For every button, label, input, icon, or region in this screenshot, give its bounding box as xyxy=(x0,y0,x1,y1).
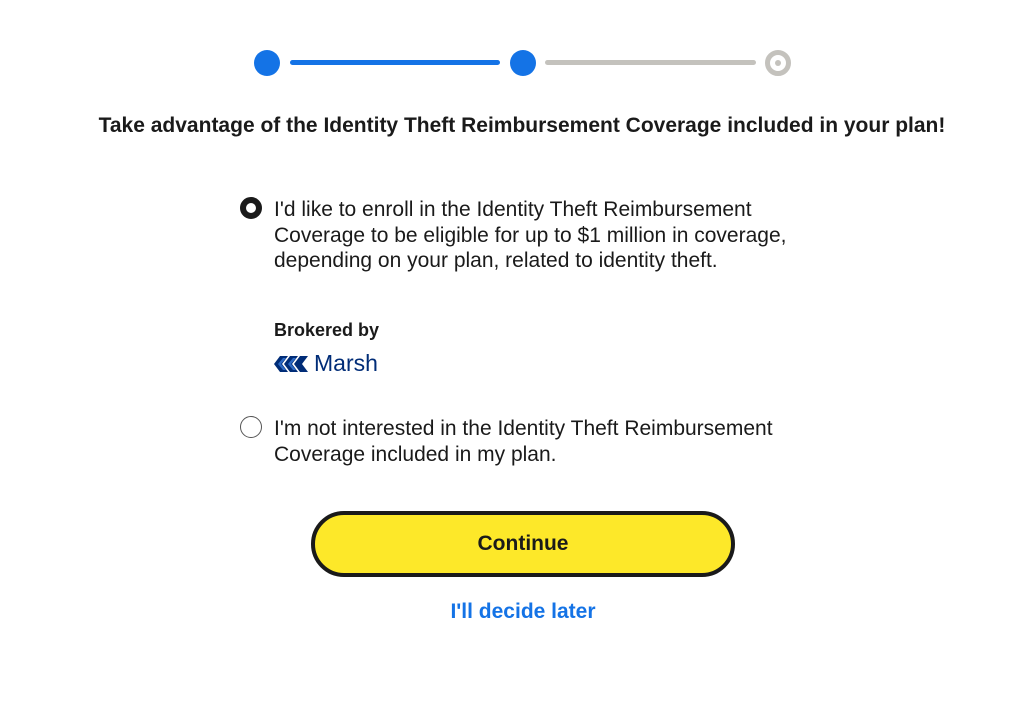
continue-button[interactable]: Continue xyxy=(311,511,735,577)
decline-radio[interactable] xyxy=(240,416,262,438)
enroll-option[interactable]: I'd like to enroll in the Identity Theft… xyxy=(240,197,800,274)
marsh-logo: Marsh xyxy=(274,350,378,377)
page-title: Take advantage of the Identity Theft Rei… xyxy=(98,114,946,137)
brokered-by-label: Brokered by xyxy=(274,320,380,340)
marsh-logo-text: Marsh xyxy=(314,350,378,376)
progress-stepper xyxy=(254,48,792,78)
decline-option[interactable]: I'm not interested in the Identity Theft… xyxy=(240,416,800,467)
enroll-radio[interactable] xyxy=(240,197,262,219)
decline-option-label: I'm not interested in the Identity Theft… xyxy=(274,417,773,466)
step-1-connector xyxy=(290,60,500,65)
enroll-option-label: I'd like to enroll in the Identity Theft… xyxy=(274,198,787,272)
step-2-connector xyxy=(545,60,756,65)
marsh-logo-icon xyxy=(274,355,308,372)
enrollment-page: Take advantage of the Identity Theft Rei… xyxy=(0,0,1014,715)
step-2-indicator xyxy=(510,50,536,76)
step-3-indicator xyxy=(765,50,791,76)
step-1-indicator xyxy=(254,50,280,76)
decide-later-link[interactable]: I'll decide later xyxy=(311,600,735,624)
